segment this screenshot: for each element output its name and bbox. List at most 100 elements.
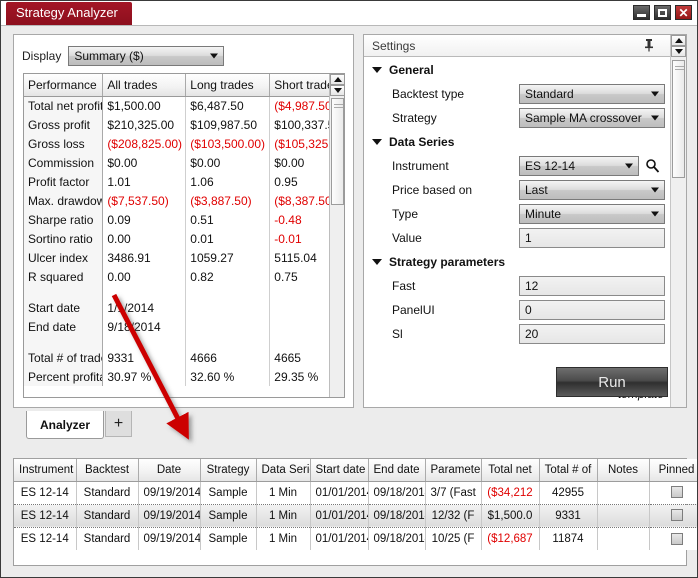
- tab-analyzer[interactable]: Analyzer: [26, 411, 104, 439]
- settings-text-input-fast[interactable]: 12: [519, 276, 665, 296]
- settings-scroll-down-button[interactable]: [671, 46, 686, 57]
- settings-scrollbar[interactable]: [670, 35, 686, 407]
- grid-cell: 09/19/2014: [138, 481, 201, 504]
- settings-scrollbar-thumb[interactable]: [672, 60, 685, 178]
- settings-scroll-up-button[interactable]: [671, 35, 686, 46]
- chevron-down-icon: [210, 53, 219, 59]
- table-row[interactable]: Total # of trades933146664665: [24, 348, 344, 367]
- table-row[interactable]: Percent profitable30.97 %32.60 %29.35 %: [24, 367, 344, 386]
- dropdown-value: ES 12-14: [525, 159, 576, 173]
- performance-scrollbar[interactable]: [329, 74, 344, 397]
- settings-group-general[interactable]: General: [364, 58, 670, 82]
- settings-row: Strategy Sample MA crossover: [364, 106, 670, 130]
- grid-cell: ES 12-14: [14, 481, 77, 504]
- add-tab-button[interactable]: +: [105, 411, 132, 437]
- table-row[interactable]: Ulcer index 3486.91 1059.27 5115.04: [24, 248, 344, 267]
- spacer-cell: [24, 286, 104, 298]
- triangle-down-icon: [674, 49, 683, 54]
- settings-text-input-value[interactable]: 1: [519, 228, 665, 248]
- table-row[interactable]: Commission $0.00 $0.00 $0.00: [24, 153, 344, 172]
- pinned-checkbox[interactable]: [670, 532, 683, 545]
- table-row[interactable]: ES 12-14 Standard 09/19/2014 Sample 1 Min 01/…: [14, 481, 697, 504]
- col-header-all-trades[interactable]: All trades: [102, 74, 187, 97]
- table-row[interactable]: Max. drawdown($7,537.50)($3,887.50)($8,3…: [24, 191, 344, 210]
- cell-long-trades: [185, 317, 271, 336]
- performance-panel: Display Summary ($) Performance All trad…: [13, 34, 354, 408]
- col-header-long-trades[interactable]: Long trades: [185, 74, 271, 97]
- grid-col-header[interactable]: Instrument: [14, 459, 77, 482]
- settings-dropdown-strategy[interactable]: Sample MA crossover: [519, 108, 665, 128]
- table-spacer-row: [24, 286, 344, 298]
- table-row[interactable]: Gross profit $210,325.00 $109,987.50 $100,3…: [24, 115, 344, 134]
- grid-cell: $1,500.0: [481, 503, 540, 528]
- maximize-button[interactable]: [654, 5, 671, 20]
- results-grid: InstrumentBacktestDateStrategyData Serie…: [14, 459, 697, 550]
- table-row[interactable]: Gross loss ($208,825.00) ($103,500.00) ($10…: [24, 134, 344, 153]
- grid-cell: [597, 481, 650, 504]
- pinned-checkbox[interactable]: [670, 509, 683, 522]
- table-row[interactable]: R squared 0.00 0.82 0.75: [24, 267, 344, 286]
- grid-col-header[interactable]: Pinned: [649, 459, 697, 482]
- window-title[interactable]: Strategy Analyzer: [6, 2, 132, 25]
- search-icon[interactable]: [645, 158, 660, 175]
- dropdown-value: Minute: [525, 207, 562, 221]
- dropdown-value: Sample MA crossover: [525, 111, 642, 125]
- grid-col-header[interactable]: Parameters: [425, 459, 482, 482]
- row-label: End date: [24, 317, 104, 336]
- table-row[interactable]: Sortino ratio 0.00 0.01 -0.01: [24, 229, 344, 248]
- grid-col-header[interactable]: Start date: [310, 459, 369, 482]
- row-label: Start date: [24, 298, 104, 317]
- results-grid-body: ES 12-14 Standard 09/19/2014 Sample 1 Min 01/…: [14, 481, 697, 550]
- scroll-up-button[interactable]: [330, 74, 344, 85]
- grid-col-header[interactable]: End date: [368, 459, 426, 482]
- grid-col-header[interactable]: Strategy: [200, 459, 257, 482]
- table-spacer-row: [24, 336, 344, 348]
- scroll-down-button[interactable]: [330, 85, 344, 96]
- minimize-button[interactable]: [633, 5, 650, 20]
- grid-col-header[interactable]: Backtest: [76, 459, 139, 482]
- grid-col-header[interactable]: Total # of: [539, 459, 598, 482]
- grid-col-header[interactable]: Total net: [481, 459, 540, 482]
- pinned-checkbox[interactable]: [670, 486, 683, 499]
- settings-group-strategy-parameters[interactable]: Strategy parameters: [364, 250, 670, 274]
- dropdown-value: Standard: [525, 87, 574, 101]
- grid-col-header[interactable]: Data Series: [256, 459, 311, 482]
- table-row[interactable]: ES 12-14 Standard 09/19/2014 Sample 1 Min 01/…: [14, 503, 697, 528]
- table-row[interactable]: Total net profit $1,500.00 $6,487.50 ($4,98…: [24, 96, 344, 115]
- cell-long-trades: 0.51: [185, 210, 271, 229]
- settings-field-label: Strategy: [392, 111, 437, 125]
- grid-cell: Standard: [76, 481, 139, 504]
- grid-col-header[interactable]: Date: [138, 459, 201, 482]
- table-row[interactable]: Start date 1/1/2014: [24, 298, 344, 317]
- settings-group-data-series[interactable]: Data Series: [364, 130, 670, 154]
- settings-field-label: Type: [392, 207, 419, 221]
- settings-dropdown-instrument[interactable]: ES 12-14: [519, 156, 639, 176]
- settings-field-label: Instrument: [392, 159, 449, 173]
- table-row[interactable]: End date 9/18/2014: [24, 317, 344, 336]
- table-row[interactable]: ES 12-14 Standard 09/19/2014 Sample 1 Min 01/…: [14, 527, 697, 550]
- display-dropdown[interactable]: Summary ($): [68, 46, 225, 66]
- spacer-cell: [24, 336, 104, 348]
- scrollbar-thumb[interactable]: [331, 98, 344, 205]
- cell-long-trades: 4666: [185, 348, 271, 367]
- grid-cell: 10/25 (F: [425, 527, 482, 550]
- settings-dropdown-price-based-on[interactable]: Last: [519, 180, 665, 200]
- run-button[interactable]: Run: [556, 367, 668, 397]
- grid-cell: 09/18/2014: [368, 527, 426, 550]
- table-row[interactable]: Sharpe ratio 0.09 0.51 -0.48: [24, 210, 344, 229]
- table-row[interactable]: Profit factor 1.01 1.06 0.95: [24, 172, 344, 191]
- settings-dropdown-type[interactable]: Minute: [519, 204, 665, 224]
- settings-dropdown-backtest-type[interactable]: Standard: [519, 84, 665, 104]
- pin-icon[interactable]: [642, 38, 656, 54]
- settings-group-label: Strategy parameters: [389, 255, 506, 269]
- cell-all-trades: $1,500.00: [102, 96, 187, 115]
- col-header-performance[interactable]: Performance: [24, 74, 104, 97]
- display-dropdown-value: Summary ($): [74, 49, 144, 63]
- settings-text-input-panelui[interactable]: 0: [519, 300, 665, 320]
- row-label: R squared: [24, 267, 104, 286]
- grid-col-header[interactable]: Notes: [597, 459, 650, 482]
- grid-cell: ES 12-14: [14, 527, 77, 550]
- settings-text-input-sl[interactable]: 20: [519, 324, 665, 344]
- strategy-analyzer-window: Strategy Analyzer ✕ Display Summary ($) …: [0, 0, 698, 578]
- close-button[interactable]: ✕: [675, 5, 692, 20]
